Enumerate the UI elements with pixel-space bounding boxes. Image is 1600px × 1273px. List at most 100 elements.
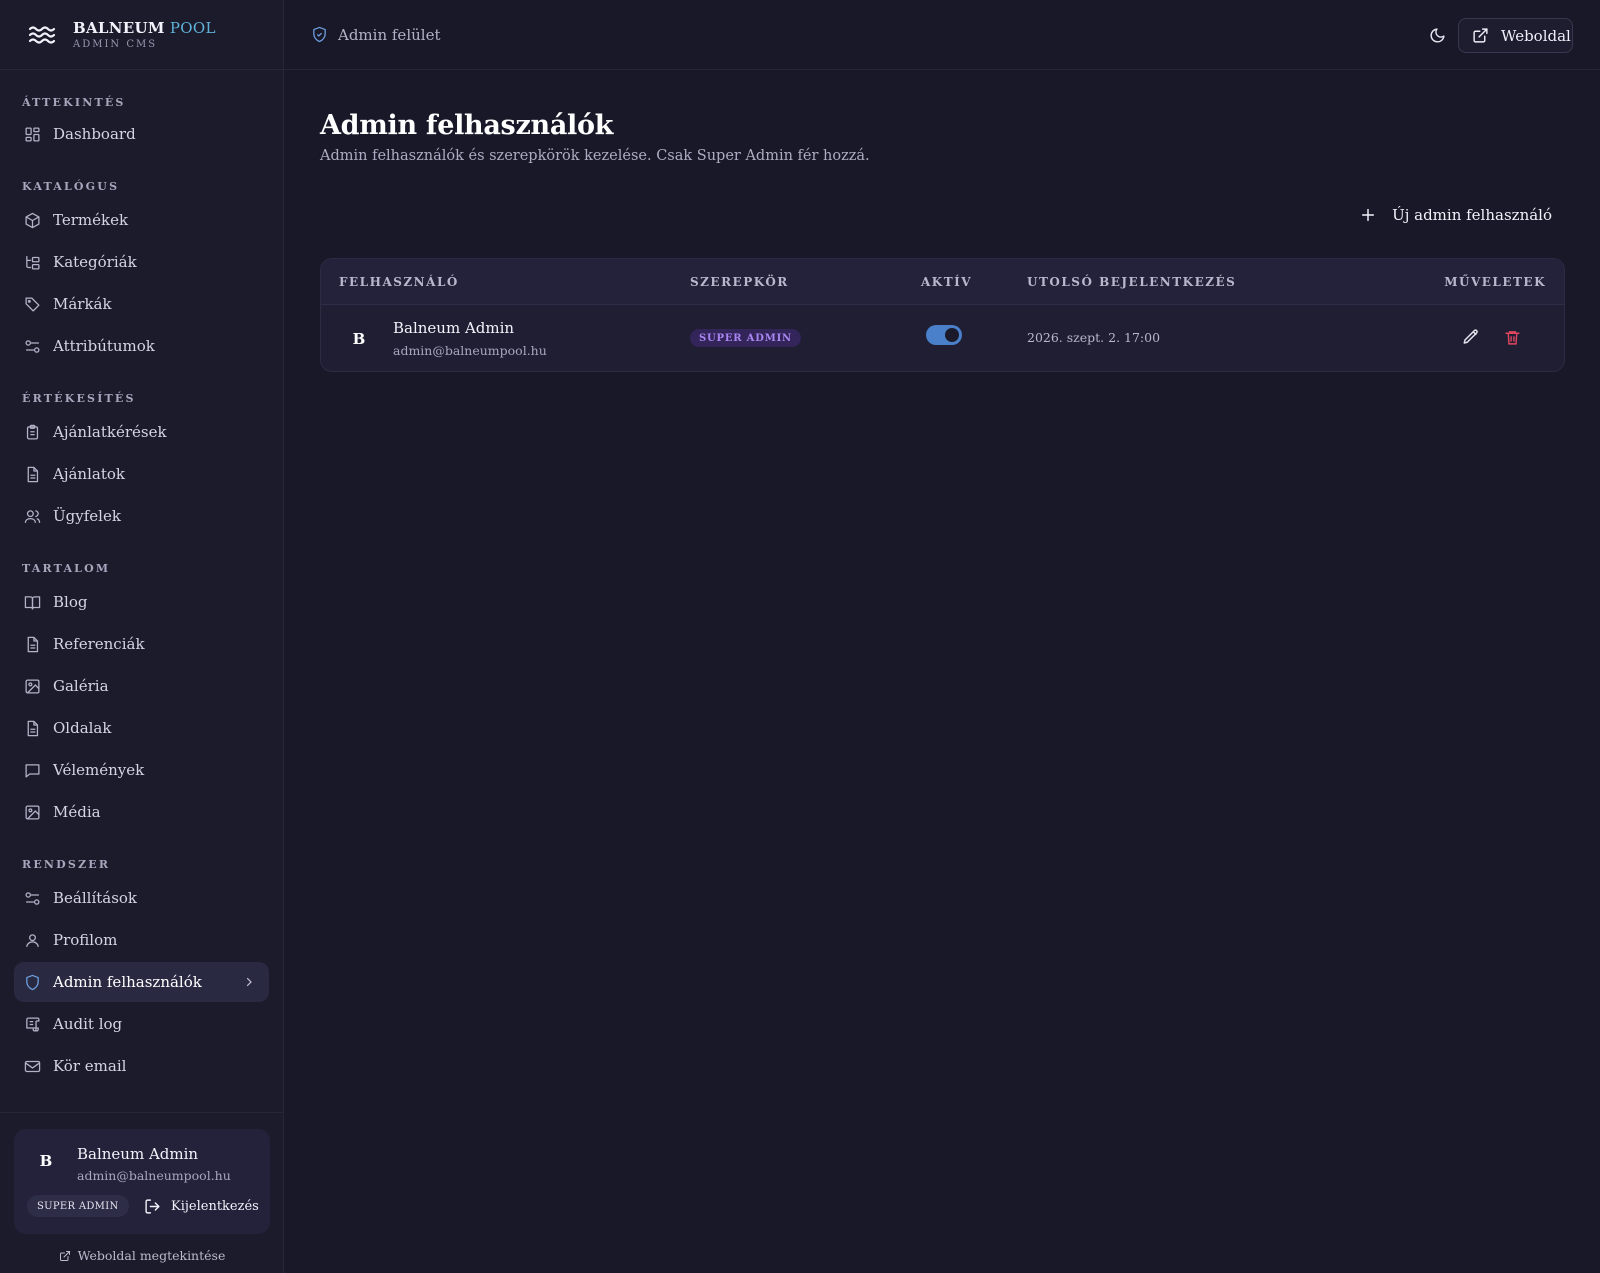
website-button[interactable]: Weboldal	[1458, 18, 1573, 53]
brand-subtitle: ADMIN CMS	[73, 39, 158, 50]
page-title: Admin felhasználók	[320, 110, 614, 141]
sidebar-item-quotes[interactable]: Ajánlatok	[14, 454, 269, 494]
sidebar-item-mass-email[interactable]: Kör email	[14, 1046, 269, 1086]
nav-section-title: ÁTTEKINTÉS	[22, 96, 126, 109]
user-name: Balneum Admin	[393, 319, 515, 337]
sidebar-item-dashboard[interactable]: Dashboard	[14, 114, 269, 154]
sidebar-item-label: Attribútumok	[53, 337, 155, 355]
sidebar-item-gallery[interactable]: Galéria	[14, 666, 269, 706]
sidebar-item-label: Márkák	[53, 295, 112, 313]
book-icon	[24, 595, 41, 610]
sidebar-item-brands[interactable]: Márkák	[14, 284, 269, 324]
sliders-icon	[25, 891, 40, 905]
website-button-label: Weboldal	[1501, 26, 1571, 45]
user-card: B Balneum Admin admin@balneumpool.hu SUP…	[14, 1129, 270, 1234]
package-icon	[25, 212, 40, 228]
document-icon	[27, 720, 39, 736]
main-content: Admin felhasználók Admin felhasználók és…	[320, 70, 1565, 372]
users-icon	[24, 509, 41, 523]
moon-icon	[1430, 27, 1445, 42]
sidebar-item-profile[interactable]: Profilom	[14, 920, 269, 960]
column-header-active: AKTÍV	[921, 275, 973, 289]
sidebar-item-attributes[interactable]: Attribútumok	[14, 326, 269, 366]
sidebar-item-blog[interactable]: Blog	[14, 582, 269, 622]
new-admin-user-label: Új admin felhasználó	[1392, 206, 1552, 224]
brand-name-accent: POOL	[164, 19, 216, 37]
delete-button[interactable]	[1501, 326, 1523, 348]
sidebar-item-label: Admin felhasználók	[53, 973, 202, 991]
new-admin-user-button[interactable]: Új admin felhasználó	[1360, 202, 1552, 228]
trash-icon	[1504, 330, 1520, 345]
sidebar-item-label: Referenciák	[53, 635, 145, 653]
nav-section-title: RENDSZER	[22, 858, 111, 871]
pencil-icon	[1463, 329, 1478, 344]
sidebar-item-label: Termékek	[53, 211, 129, 229]
table-row: B Balneum Admin admin@balneumpool.hu SUP…	[321, 305, 1564, 371]
view-site-label: Weboldal megtekintése	[77, 1248, 226, 1263]
sidebar-item-label: Galéria	[53, 677, 109, 695]
page-subtitle: Admin felhasználók és szerepkörök kezelé…	[320, 148, 870, 164]
sidebar-footer: B Balneum Admin admin@balneumpool.hu SUP…	[0, 1112, 284, 1273]
sidebar-item-label: Kategóriák	[53, 253, 137, 271]
edit-button[interactable]	[1460, 326, 1482, 348]
avatar: B	[352, 330, 366, 348]
tag-icon	[25, 296, 40, 312]
role-badge: SUPER ADMIN	[690, 329, 801, 347]
view-site-link[interactable]: Weboldal megtekintése	[0, 1248, 284, 1263]
sidebar-item-quote-requests[interactable]: Ajánlatkérések	[14, 412, 269, 452]
sidebar-item-settings[interactable]: Beállítások	[14, 878, 269, 918]
image-icon	[25, 804, 40, 820]
message-icon	[25, 763, 40, 778]
user-email: admin@balneumpool.hu	[393, 343, 547, 358]
breadcrumb-label: Admin felület	[338, 25, 441, 44]
user-email: admin@balneumpool.hu	[77, 1168, 231, 1183]
sidebar-item-label: Blog	[53, 593, 88, 611]
sidebar-item-products[interactable]: Termékek	[14, 200, 269, 240]
sidebar-item-audit-log[interactable]: Audit log	[14, 1004, 269, 1044]
sidebar-item-label: Ügyfelek	[53, 507, 121, 525]
user-icon	[26, 933, 39, 947]
sidebar-item-pages[interactable]: Oldalak	[14, 708, 269, 748]
logout-icon	[145, 1198, 160, 1214]
sidebar: BALNEUM POOL ADMIN CMS ÁTTEKINTÉS Dashbo…	[0, 0, 284, 1273]
brand[interactable]: BALNEUM POOL ADMIN CMS	[0, 0, 283, 70]
sidebar-item-label: Profilom	[53, 931, 118, 949]
table-header: FELHASZNÁLÓ SZEREPKÖR AKTÍV UTOLSÓ BEJEL…	[321, 259, 1564, 305]
shield-check-icon	[313, 26, 326, 43]
sidebar-item-label: Média	[53, 803, 101, 821]
logout-button[interactable]: Kijelentkezés	[144, 1194, 259, 1218]
avatar: B	[39, 1152, 53, 1170]
toggle-knob	[945, 328, 959, 342]
sidebar-item-label: Vélemények	[53, 761, 145, 779]
tree-icon	[26, 255, 40, 270]
column-header-actions: MŰVELETEK	[1444, 275, 1546, 289]
nav-section-title: ÉRTÉKESÍTÉS	[22, 392, 136, 405]
scroll-icon	[26, 1016, 40, 1032]
nav-section-title: KATALÓGUS	[22, 180, 120, 193]
image-icon	[25, 678, 40, 694]
sidebar-item-media[interactable]: Média	[14, 792, 269, 832]
sidebar-item-customers[interactable]: Ügyfelek	[14, 496, 269, 536]
logout-label: Kijelentkezés	[171, 1198, 259, 1214]
dashboard-icon	[25, 126, 40, 142]
admin-users-table: FELHASZNÁLÓ SZEREPKÖR AKTÍV UTOLSÓ BEJEL…	[320, 258, 1565, 372]
sidebar-item-label: Kör email	[53, 1057, 127, 1075]
topbar: Admin felület Weboldal	[284, 0, 1600, 70]
sidebar-item-label: Dashboard	[53, 125, 136, 143]
column-header-last-login: UTOLSÓ BEJELENTKEZÉS	[1027, 275, 1237, 289]
shield-icon	[26, 974, 39, 990]
sidebar-item-references[interactable]: Referenciák	[14, 624, 269, 664]
nav-section-title: TARTALOM	[22, 562, 111, 575]
last-login-date: 2026. szept. 2. 17:00	[1027, 330, 1161, 345]
sidebar-item-categories[interactable]: Kategóriák	[14, 242, 269, 282]
sidebar-item-label: Ajánlatkérések	[53, 423, 167, 441]
clipboard-icon	[26, 424, 39, 440]
sidebar-item-label: Beállítások	[53, 889, 138, 907]
user-name: Balneum Admin	[77, 1145, 199, 1163]
theme-toggle-button[interactable]	[1426, 24, 1448, 46]
role-badge: SUPER ADMIN	[27, 1195, 129, 1217]
sidebar-item-admin-users[interactable]: Admin felhasználók	[14, 962, 269, 1002]
sidebar-item-label: Oldalak	[53, 719, 112, 737]
sidebar-item-reviews[interactable]: Vélemények	[14, 750, 269, 790]
active-toggle[interactable]	[926, 325, 962, 345]
